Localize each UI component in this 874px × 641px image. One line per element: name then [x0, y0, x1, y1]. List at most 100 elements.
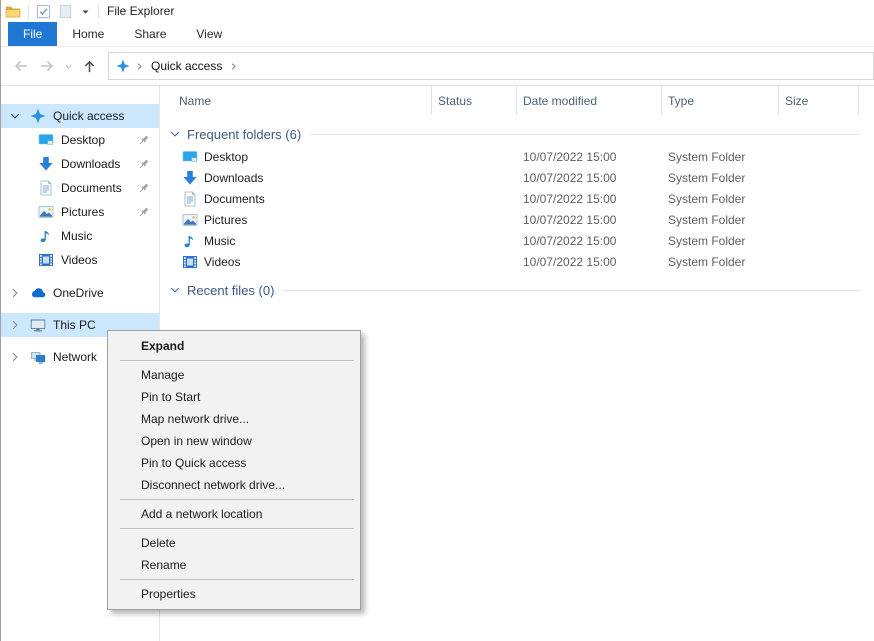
- ribbon-tab-file[interactable]: File: [8, 22, 57, 46]
- pin-icon-wrap: [137, 182, 150, 195]
- expand-chevron[interactable]: [9, 110, 23, 122]
- context-menu-item-disconnect-network-drive[interactable]: Disconnect network drive...: [108, 474, 360, 496]
- breadcrumb-location[interactable]: Quick access: [151, 59, 222, 73]
- back-button[interactable]: [8, 53, 34, 79]
- forward-button[interactable]: [34, 53, 60, 79]
- quick-access-star-icon: [116, 59, 130, 73]
- expand-chevron[interactable]: [9, 287, 23, 299]
- context-menu-item-properties[interactable]: Properties: [108, 583, 360, 605]
- file-status-cell: [432, 188, 517, 209]
- forward-arrow-icon: [39, 58, 55, 74]
- documents-icon-wrap: [182, 191, 198, 207]
- expand-chevron[interactable]: [9, 319, 23, 331]
- context-menu-item-delete[interactable]: Delete: [108, 532, 360, 554]
- context-menu-item-pin-to-quick-access[interactable]: Pin to Quick access: [108, 452, 360, 474]
- sidebar-item-documents[interactable]: Documents: [0, 176, 159, 200]
- file-type-cell: System Folder: [662, 209, 779, 230]
- group-chevron-down-icon: [169, 128, 181, 140]
- quick-access-star-icon: [30, 108, 46, 124]
- up-button[interactable]: [76, 53, 102, 79]
- address-bar[interactable]: Quick access: [108, 52, 874, 80]
- videos-icon: [182, 254, 198, 270]
- sidebar-item-videos[interactable]: Videos: [0, 248, 159, 272]
- group-chevron-wrap[interactable]: [169, 128, 181, 140]
- group-chevron-wrap[interactable]: [169, 284, 181, 296]
- column-header-size[interactable]: Size: [779, 86, 859, 115]
- window-title: File Explorer: [107, 4, 174, 18]
- group-header-frequent-folders-6[interactable]: Frequent folders (6): [160, 122, 874, 146]
- documents-icon: [182, 191, 198, 207]
- up-arrow-icon: [82, 59, 97, 74]
- column-header-type[interactable]: Type: [662, 86, 779, 115]
- sidebar-item-label: Quick access: [53, 109, 124, 123]
- file-size-cell: [779, 230, 859, 251]
- file-row-documents[interactable]: Documents10/07/2022 15:00System Folder: [160, 188, 874, 209]
- column-header-status[interactable]: Status: [432, 86, 517, 115]
- column-header-date-modified[interactable]: Date modified: [517, 86, 662, 115]
- window-border: [0, 0, 1, 641]
- expand-chevron[interactable]: [9, 351, 23, 363]
- sidebar-item-label: Music: [61, 229, 92, 243]
- sidebar-item-label: This PC: [53, 318, 96, 332]
- file-row-videos[interactable]: Videos10/07/2022 15:00System Folder: [160, 251, 874, 272]
- file-name-label: Pictures: [204, 213, 247, 227]
- pin-icon-wrap: [137, 134, 150, 147]
- context-menu-item-rename[interactable]: Rename: [108, 554, 360, 576]
- pictures-icon: [182, 212, 198, 228]
- context-menu-item-pin-to-start[interactable]: Pin to Start: [108, 386, 360, 408]
- file-row-downloads[interactable]: Downloads10/07/2022 15:00System Folder: [160, 167, 874, 188]
- pin-icon-wrap: [137, 206, 150, 219]
- file-name-label: Downloads: [204, 171, 263, 185]
- group-header-label: Frequent folders (6): [187, 127, 301, 142]
- sidebar-item-downloads[interactable]: Downloads: [0, 152, 159, 176]
- column-header-name[interactable]: Name: [160, 86, 432, 115]
- group-header-line: [284, 290, 860, 291]
- breadcrumb-chevron-icon: [135, 62, 144, 71]
- file-row-music[interactable]: Music10/07/2022 15:00System Folder: [160, 230, 874, 251]
- new-folder-icon: [58, 4, 73, 19]
- sidebar-item-desktop[interactable]: Desktop: [0, 128, 159, 152]
- file-name-cell: Music: [160, 230, 432, 251]
- context-menu-item-open-in-new-window[interactable]: Open in new window: [108, 430, 360, 452]
- context-menu-item-manage[interactable]: Manage: [108, 364, 360, 386]
- ribbon-tab-view[interactable]: View: [181, 22, 237, 46]
- pictures-icon-wrap: [38, 204, 54, 220]
- ribbon-tab-home[interactable]: Home: [57, 22, 119, 46]
- music-icon-wrap: [38, 228, 54, 244]
- breadcrumb-chevron-icon[interactable]: [135, 62, 144, 71]
- desktop-icon: [182, 149, 198, 165]
- group-header-recent-files-0[interactable]: Recent files (0): [160, 278, 874, 302]
- file-status-cell: [432, 209, 517, 230]
- file-row-pictures[interactable]: Pictures10/07/2022 15:00System Folder: [160, 209, 874, 230]
- file-row-desktop[interactable]: Desktop10/07/2022 15:00System Folder: [160, 146, 874, 167]
- videos-icon-wrap: [38, 252, 54, 268]
- breadcrumb-chevron-icon[interactable]: [229, 62, 238, 71]
- properties-icon[interactable]: [36, 4, 51, 19]
- sidebar-item-onedrive[interactable]: OneDrive: [0, 281, 159, 305]
- context-menu-separator: [120, 360, 354, 361]
- file-size-cell: [779, 251, 859, 272]
- file-status-cell: [432, 146, 517, 167]
- network-icon: [30, 349, 46, 365]
- context-menu-item-add-a-network-location[interactable]: Add a network location: [108, 503, 360, 525]
- file-name-cell: Downloads: [160, 167, 432, 188]
- music-icon-wrap: [182, 233, 198, 249]
- sidebar-item-label: OneDrive: [53, 286, 104, 300]
- customize-quick-access-toolbar-icon[interactable]: [80, 6, 91, 17]
- sidebar-item-music[interactable]: Music: [0, 224, 159, 248]
- sidebar-item-pictures[interactable]: Pictures: [0, 200, 159, 224]
- music-icon: [182, 233, 198, 249]
- new-folder-icon[interactable]: [58, 4, 73, 19]
- recent-locations-dropdown[interactable]: [60, 53, 76, 79]
- context-menu-item-map-network-drive[interactable]: Map network drive...: [108, 408, 360, 430]
- pin-icon: [137, 206, 150, 219]
- onedrive-icon: [30, 285, 46, 301]
- ribbon-tab-share[interactable]: Share: [119, 22, 181, 46]
- file-explorer-app-icon: [5, 3, 21, 19]
- sidebar-item-label: Videos: [61, 253, 97, 267]
- sidebar-item-quick-access[interactable]: Quick access: [0, 104, 159, 128]
- network-icon-wrap: [30, 349, 46, 365]
- context-menu-item-expand[interactable]: Expand: [108, 335, 360, 357]
- this-pc-icon: [30, 317, 46, 333]
- file-explorer-window: File Explorer FileHomeShareView Quick ac…: [0, 0, 874, 641]
